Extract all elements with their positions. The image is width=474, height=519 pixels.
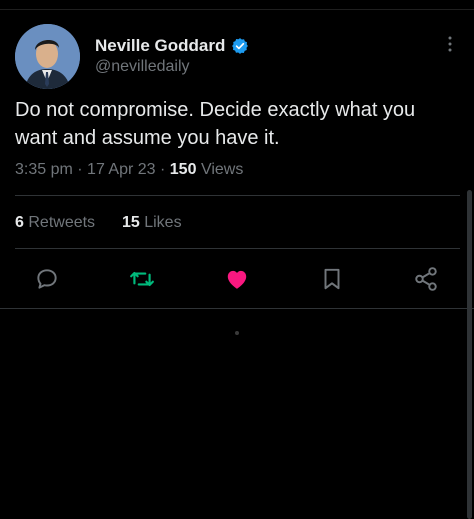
author-handle[interactable]: @nevilledaily bbox=[95, 58, 190, 76]
bookmark-icon[interactable] bbox=[319, 266, 345, 292]
share-icon[interactable] bbox=[413, 266, 439, 292]
divider bbox=[0, 308, 474, 309]
engagement-stats: 6 Retweets 15 Likes bbox=[15, 214, 182, 232]
divider bbox=[15, 248, 460, 249]
more-options-icon[interactable] bbox=[440, 34, 460, 54]
verified-badge-icon bbox=[231, 37, 249, 55]
meta-separator: · bbox=[77, 161, 88, 178]
tweet-time[interactable]: 3:35 pm bbox=[15, 161, 73, 178]
views-count: 150 bbox=[169, 161, 197, 178]
retweets-count: 6 bbox=[15, 214, 24, 231]
retweets-label: Retweets bbox=[28, 214, 96, 231]
reply-icon[interactable] bbox=[34, 266, 60, 292]
tweet-date[interactable]: 17 Apr 23 bbox=[87, 161, 156, 178]
divider bbox=[15, 195, 460, 196]
author-name[interactable]: Neville Goddard bbox=[95, 36, 225, 56]
views-label: Views bbox=[200, 161, 244, 178]
retweets-link[interactable]: 6 Retweets bbox=[15, 214, 100, 231]
tweet-meta: 3:35 pm · 17 Apr 23 · 150 Views bbox=[15, 161, 243, 179]
tweet-text: Do not compromise. Decide exactly what y… bbox=[15, 99, 416, 149]
meta-separator: · bbox=[160, 161, 170, 178]
retweet-icon[interactable] bbox=[129, 266, 155, 292]
loading-dot bbox=[235, 331, 239, 335]
likes-count: 15 bbox=[121, 214, 140, 231]
top-divider bbox=[0, 9, 474, 10]
likes-link[interactable]: 15 Likes bbox=[122, 214, 182, 231]
author-row: Neville Goddard bbox=[95, 36, 249, 56]
likes-label: Likes bbox=[144, 214, 182, 231]
heart-icon[interactable] bbox=[224, 266, 250, 292]
avatar[interactable] bbox=[15, 24, 80, 89]
scrollbar[interactable] bbox=[467, 190, 472, 519]
